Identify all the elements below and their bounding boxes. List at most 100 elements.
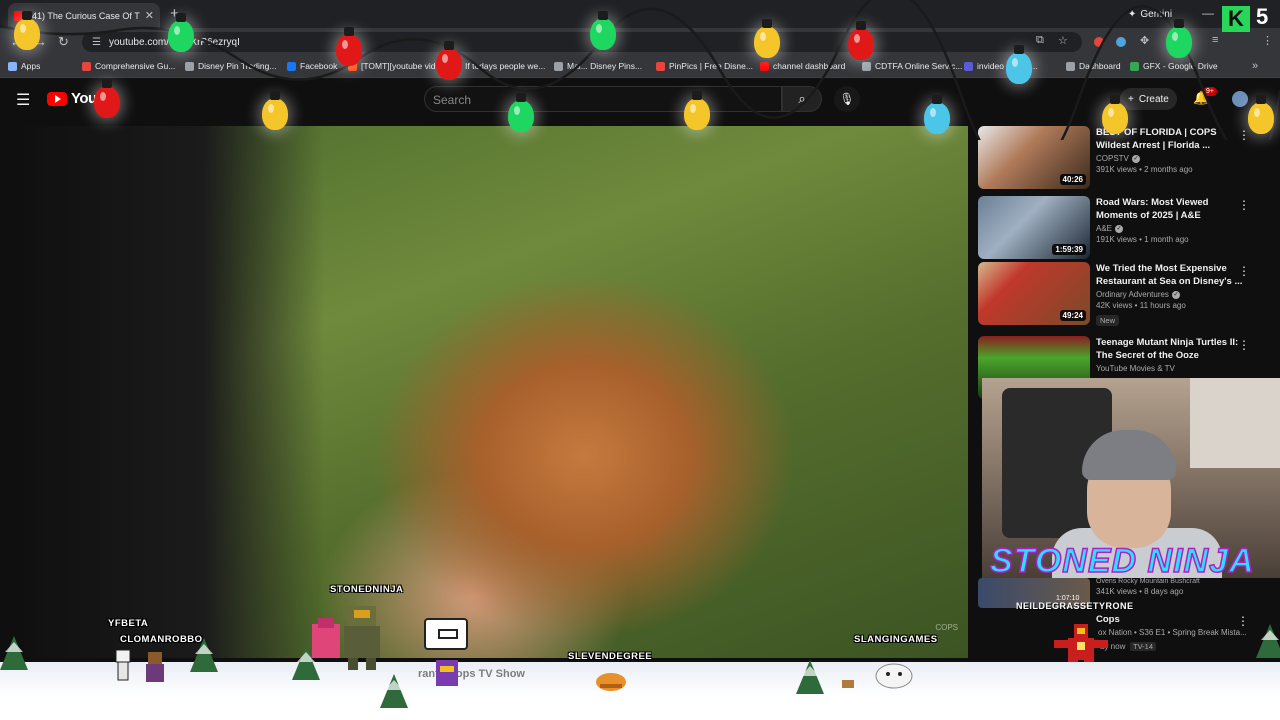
voice-search-button[interactable]: 🎙 xyxy=(834,86,860,112)
light-bulb-yellow xyxy=(14,11,40,50)
channel-name[interactable]: Ordinary Adventures xyxy=(1096,290,1169,299)
facebook-icon xyxy=(287,61,296,71)
bookmark-label: Dashboard xyxy=(1079,61,1121,71)
light-bulb-red xyxy=(336,27,362,66)
channel-name[interactable]: A&E xyxy=(1096,224,1112,233)
verified-check-icon: ✓ xyxy=(1115,224,1124,233)
pine-tree xyxy=(1256,624,1280,658)
player-name-tag: STONEDNINJA xyxy=(330,584,404,595)
bookmark-icon xyxy=(8,61,17,71)
verified-check-icon: ✓ xyxy=(1131,154,1140,163)
bookmarks-overflow-icon[interactable]: » xyxy=(1252,60,1258,72)
bookmark-icon xyxy=(82,61,91,71)
video-thumbnail[interactable]: 1:59:39 xyxy=(978,196,1090,259)
bookmark-item[interactable]: invideo xyxy=(964,61,1004,71)
duration-badge: 40:26 xyxy=(1059,174,1086,185)
bookmark-item[interactable]: GFX - Google Drive xyxy=(1130,61,1218,71)
minimize-button[interactable]: — xyxy=(1202,6,1214,20)
bookmark-label: invideo xyxy=(977,61,1004,71)
gemini-button[interactable]: ✦ Gemini xyxy=(1122,5,1178,23)
video-player[interactable]: COPS xyxy=(24,126,968,658)
skeleton-sprite xyxy=(115,649,164,682)
drive-icon xyxy=(1130,61,1139,71)
bookmark-item[interactable]: Mai... Disney Pins... xyxy=(554,61,642,71)
light-bulb-blue xyxy=(924,95,950,134)
video-thumbnail[interactable]: 40:26 xyxy=(978,126,1090,189)
brand-5-logo: 5 xyxy=(1256,4,1269,29)
bookmark-item[interactable]: CDTFA Online Servic... xyxy=(862,61,962,71)
reload-icon[interactable]: ↻ xyxy=(58,34,69,50)
light-bulb-red xyxy=(436,41,462,80)
site-info-icon[interactable]: ☰ xyxy=(92,37,101,48)
chat-bubble xyxy=(424,618,468,650)
search-button[interactable]: ⌕ xyxy=(782,86,822,112)
light-bulb-yellow xyxy=(1248,95,1274,134)
bookmark-item[interactable]: Comprehensive Gu... xyxy=(82,61,175,71)
more-options-icon[interactable]: ⋮ xyxy=(1237,614,1249,628)
view-count: 191K views • 1 month ago xyxy=(1096,235,1189,244)
player-name-tag: YFBETA xyxy=(108,618,149,629)
recommendation-item[interactable]: 49:24 We Tried the Most Expensive Restau… xyxy=(978,262,1268,334)
brand-k-logo: K xyxy=(1222,6,1250,32)
light-bulb-green xyxy=(168,13,194,52)
gemini-label: Gemini xyxy=(1140,8,1173,20)
more-options-icon[interactable]: ⋮ xyxy=(1238,128,1250,142)
bookmark-item[interactable]: PinPics | Free Disne... xyxy=(656,61,753,71)
video-title[interactable]: We Tried the Most Expensive Restaurant a… xyxy=(1096,262,1246,288)
bookmark-item[interactable]: Facebook xyxy=(287,61,337,71)
extensions-puzzle-icon[interactable]: ✥ xyxy=(1140,34,1149,47)
gemini-sparkle-icon: ✦ xyxy=(1128,8,1137,20)
bookmark-icon xyxy=(1066,61,1075,71)
light-bulb-yellow xyxy=(684,91,710,130)
youtube-icon xyxy=(760,61,769,71)
channel-name[interactable]: YouTube Movies & TV xyxy=(1096,364,1175,373)
orange-sprite xyxy=(596,673,626,691)
install-icon[interactable]: ⧉ xyxy=(1036,34,1044,47)
video-title[interactable]: Teenage Mutant Ninja Turtles II: The Sec… xyxy=(1096,336,1246,362)
bookmark-label: If todays people we... xyxy=(465,61,546,71)
player-name-tag: NEILDEGRASSETYRONE xyxy=(1016,601,1134,611)
light-bulb-green xyxy=(1166,19,1192,58)
more-options-icon[interactable]: ⋮ xyxy=(1238,198,1250,212)
create-button[interactable]: + Create xyxy=(1120,88,1177,110)
screen: (41) The Curious Case Of Th ✕ + ✦ Gemini… xyxy=(0,0,1280,720)
media-control-icon[interactable]: ≡ xyxy=(1212,34,1218,46)
more-options-icon[interactable]: ⋮ xyxy=(1238,264,1250,278)
extension-icon[interactable] xyxy=(1116,37,1126,47)
bookmark-item[interactable]: [TOMT][youtube vid... xyxy=(348,61,443,71)
youtube-play-icon xyxy=(47,91,67,106)
channel-name[interactable]: COPSTV xyxy=(1096,154,1129,163)
player-name-tag: SLEVENDEGREE xyxy=(568,651,653,662)
chrome-menu-icon[interactable]: ⋮ xyxy=(1262,34,1273,47)
purple-sprite xyxy=(436,660,458,686)
video-frame-figure xyxy=(24,126,324,658)
video-title[interactable]: Road Wars: Most Viewed Moments of 2025 |… xyxy=(1096,196,1246,222)
search-input[interactable]: Search xyxy=(424,86,782,112)
microphone-icon: 🎙 xyxy=(839,92,855,106)
account-avatar[interactable] xyxy=(1232,91,1248,107)
duration-badge: 1:59:39 xyxy=(1052,244,1086,255)
pinpics-icon xyxy=(656,61,665,71)
light-bulb-blue xyxy=(1006,45,1032,84)
plus-icon: + xyxy=(1128,93,1134,105)
extension-icon[interactable] xyxy=(1094,37,1104,47)
bookmark-item[interactable]: Apps xyxy=(8,61,40,71)
bookmark-label: Mai... Disney Pins... xyxy=(567,61,643,71)
recommendation-item[interactable]: 40:26 BEST OF FLORIDA | COPS Wildest Arr… xyxy=(978,126,1268,192)
webcam-shelf xyxy=(1190,378,1280,468)
youtube-header: ☰ YouT Search ⌕ 🎙 + Create 🔔 9+ xyxy=(0,78,1280,120)
recommendation-item[interactable]: 1:59:39 Road Wars: Most Viewed Moments o… xyxy=(978,196,1268,262)
more-options-icon[interactable]: ⋮ xyxy=(1238,338,1250,352)
address-bar[interactable]: ☰ youtube.com/w =aXrP6ezryqI xyxy=(82,32,1082,52)
bookmark-item[interactable]: Disney Pin Trading... xyxy=(185,61,276,71)
bookmark-item[interactable]: If todays people we... xyxy=(452,61,545,71)
video-thumbnail[interactable]: 49:24 xyxy=(978,262,1090,325)
tab-close-icon[interactable]: ✕ xyxy=(145,9,154,22)
bookmark-item[interactable]: Dashboard xyxy=(1066,61,1121,71)
bookmark-label: Disney Pin Trading... xyxy=(198,61,277,71)
player-name-tag: SLANGINGAMES xyxy=(854,634,938,645)
tab-title: (41) The Curious Case Of Th xyxy=(29,10,140,21)
bookmark-item[interactable]: channel dashboard xyxy=(760,61,845,71)
bookmark-star-icon[interactable]: ☆ xyxy=(1058,34,1068,47)
hamburger-menu-icon[interactable]: ☰ xyxy=(16,90,30,110)
